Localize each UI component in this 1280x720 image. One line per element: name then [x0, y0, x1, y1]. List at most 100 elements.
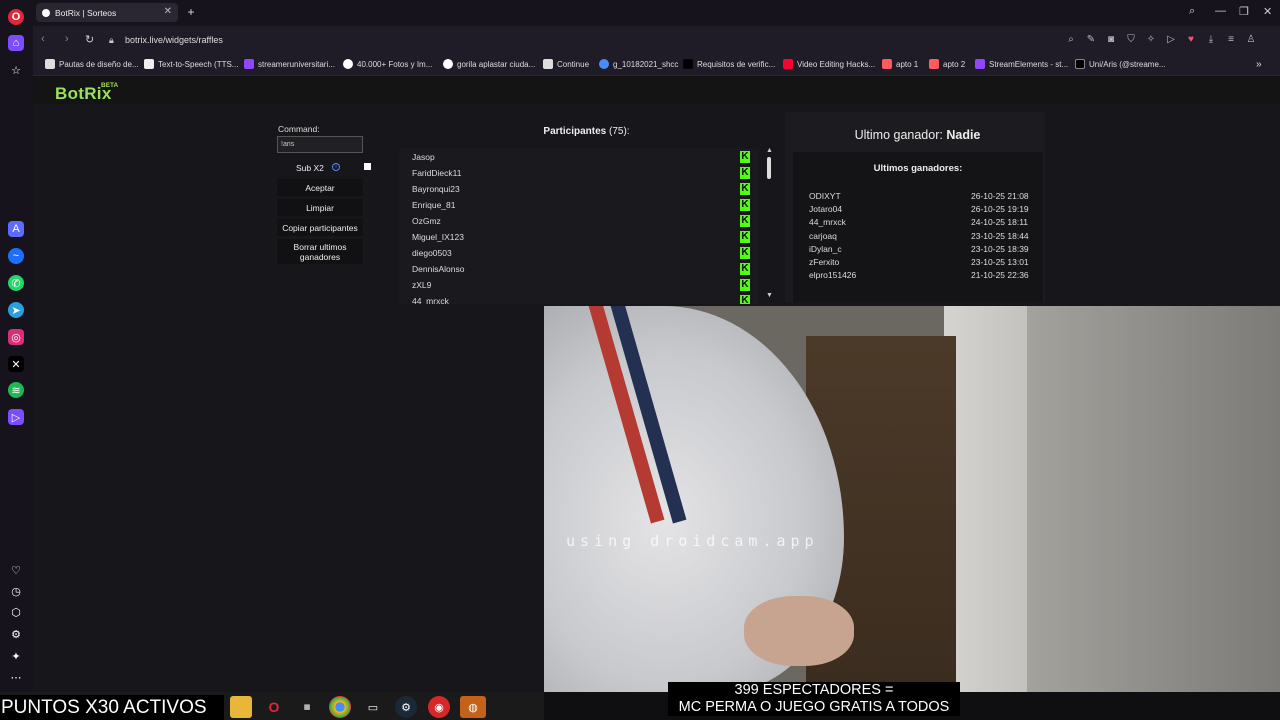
steam-icon[interactable]: ⚙ — [395, 696, 417, 718]
edit-icon[interactable]: ✎ — [1085, 34, 1097, 46]
app-icon[interactable]: ▦ — [296, 696, 318, 718]
speed-dial-icon[interactable]: ☆ — [8, 62, 24, 78]
app-window-icon[interactable]: ▭ — [362, 696, 384, 718]
viewers-reward-line: MC PERMA O JUEGO GRATIS A TODOS — [678, 699, 950, 715]
red-app-icon[interactable]: ◉ — [428, 696, 450, 718]
search-icon[interactable]: ⌕ — [1065, 34, 1077, 46]
play-icon[interactable]: ▷ — [1165, 34, 1177, 46]
command-label: Command: — [278, 124, 320, 134]
new-tab-icon[interactable]: + — [183, 4, 199, 20]
bookmark-item[interactable]: apto 1 — [882, 59, 918, 69]
obs-icon[interactable]: ◍ — [460, 696, 486, 718]
winner-name: 44_mrxck — [809, 217, 846, 227]
participant-name: Enrique_81 — [412, 200, 456, 210]
last-winner-value: Nadie — [946, 128, 981, 142]
bookmarks-bar: Pautas de diseño de... Text-to-Speech (T… — [33, 54, 1280, 76]
command-input[interactable] — [277, 136, 363, 153]
participants-title: Participantes (75): — [543, 126, 630, 137]
bookmark-item[interactable]: streameruniversitari... — [244, 59, 335, 69]
bookmarks-more-icon[interactable]: » — [1256, 59, 1262, 70]
back-icon[interactable]: ‹ — [41, 33, 45, 45]
file-explorer-icon[interactable] — [230, 696, 252, 718]
aria-icon[interactable]: A — [8, 221, 24, 237]
player-icon[interactable]: ▷ — [8, 409, 24, 425]
participants-list[interactable]: Jasop K FaridDieck11 K Bayronqui23 K Enr… — [399, 148, 759, 304]
reload-icon[interactable]: ↻ — [85, 33, 94, 46]
history-icon[interactable]: ◷ — [8, 583, 24, 599]
bookmark-item[interactable]: gorila aplastar ciuda... — [443, 59, 535, 69]
clear-button[interactable]: Limpiar — [277, 199, 363, 216]
tab-favicon-icon — [42, 8, 50, 17]
participant-name: Jasop — [412, 152, 435, 162]
bookmark-item[interactable]: apto 2 — [929, 59, 965, 69]
participant-name: FaridDieck11 — [412, 168, 462, 178]
last-winner: Ultimo ganador: Nadie — [854, 128, 981, 142]
search-tabs-icon[interactable]: ⌕ — [1189, 5, 1195, 18]
heart-icon[interactable]: ♡ — [8, 562, 24, 578]
info-icon[interactable]: i — [332, 163, 340, 171]
bookmark-item[interactable]: 40.000+ Fotos y Im... — [343, 59, 432, 69]
camera-icon[interactable]: ◙ — [1105, 34, 1117, 46]
menu-icon[interactable]: ≡ — [1225, 34, 1237, 46]
kick-icon: K — [740, 183, 750, 195]
opera-icon[interactable]: O — [263, 696, 285, 718]
kick-icon: K — [740, 215, 750, 227]
whatsapp-icon[interactable]: ✆ — [8, 275, 24, 291]
home-icon[interactable]: ⌂ — [8, 35, 24, 51]
tab-close-icon[interactable]: ✕ — [164, 6, 172, 17]
close-window-icon[interactable]: ✕ — [1263, 5, 1272, 18]
bookmark-item[interactable]: StreamElements - st... — [975, 59, 1068, 69]
opera-logo-icon[interactable]: O — [8, 9, 24, 25]
beta-badge: BETA — [101, 82, 119, 89]
maximize-icon[interactable]: ❐ — [1239, 5, 1249, 18]
participants-scrollbar[interactable] — [767, 157, 771, 179]
winner-name: carjoaq — [809, 231, 837, 241]
extensions-icon[interactable]: ⬡ — [8, 604, 24, 620]
telegram-icon[interactable]: ➤ — [8, 302, 24, 318]
tab-title: BotRix | Sorteos — [55, 7, 117, 18]
vpn-icon[interactable]: ✧ — [1145, 34, 1157, 46]
x-icon[interactable]: ✕ — [8, 356, 24, 372]
streamelements-icon — [975, 59, 985, 69]
bookmark-item[interactable]: Uni/Aris (@streame... — [1075, 59, 1166, 69]
scroll-down-icon[interactable]: ▼ — [766, 292, 773, 299]
account-icon[interactable]: ♙ — [1245, 34, 1257, 46]
messenger-icon[interactable]: ~ — [8, 248, 24, 264]
participant-name: 44_mrxck — [412, 296, 449, 304]
minimize-icon[interactable]: — — [1215, 5, 1226, 17]
spotify-icon[interactable]: ≋ — [8, 382, 24, 398]
tab-botrix[interactable]: BotRix | Sorteos ✕ — [36, 3, 178, 22]
scroll-up-icon[interactable]: ▲ — [766, 147, 773, 154]
participant-name: DennisAlonso — [412, 264, 465, 274]
address-bar: ‹ › ↻ 🔒︎ botrix.live/widgets/raffles ⌕ ✎… — [33, 26, 1280, 54]
bookmark-item[interactable]: Video Editing Hacks... — [783, 59, 875, 69]
freepik-icon — [343, 59, 353, 69]
copy-participants-button[interactable]: Copiar participantes — [277, 219, 363, 236]
lightbulb-icon[interactable]: ✦ — [8, 648, 24, 664]
settings-icon[interactable]: ⚙ — [8, 626, 24, 642]
forward-icon[interactable]: › — [65, 33, 69, 45]
bookmark-item[interactable]: Pautas de diseño de... — [45, 59, 139, 69]
kick-icon: K — [740, 151, 750, 163]
delete-last-winners-button[interactable]: Borrar ultimos ganadores — [277, 239, 363, 264]
webcam-door — [944, 306, 1034, 692]
more-icon[interactable]: ⋯ — [8, 669, 24, 685]
instagram-icon[interactable]: ◎ — [8, 329, 24, 345]
bookmark-item[interactable]: g_10182021_shcc — [599, 59, 678, 69]
winner-date: 21-10-25 22:36 — [971, 270, 1029, 280]
google-icon — [443, 59, 453, 69]
bookmark-item[interactable]: Requisitos de verific... — [683, 59, 775, 69]
bookmark-item[interactable]: Continue — [543, 59, 589, 69]
download-icon[interactable]: ⤓ — [1205, 34, 1217, 46]
participant-name: diego0503 — [412, 248, 452, 258]
chrome-icon[interactable] — [329, 696, 351, 718]
x-icon — [683, 59, 693, 69]
bookmark-item[interactable]: Text-to-Speech (TTS... — [144, 59, 238, 69]
winner-name: ODIXYT — [809, 191, 841, 201]
url-field[interactable]: botrix.live/widgets/raffles — [125, 35, 223, 45]
opera-sidebar: O ⌂ ☆ A ~ ✆ ➤ ◎ ✕ ≋ ▷ ♡ ◷ ⬡ ⚙ ✦ ⋯ — [0, 0, 33, 692]
sub-x2-checkbox[interactable] — [364, 163, 371, 170]
favorite-icon[interactable]: ♥ — [1185, 34, 1197, 46]
accept-button[interactable]: Aceptar — [277, 179, 363, 196]
shield-icon[interactable]: ⛉ — [1125, 34, 1137, 46]
